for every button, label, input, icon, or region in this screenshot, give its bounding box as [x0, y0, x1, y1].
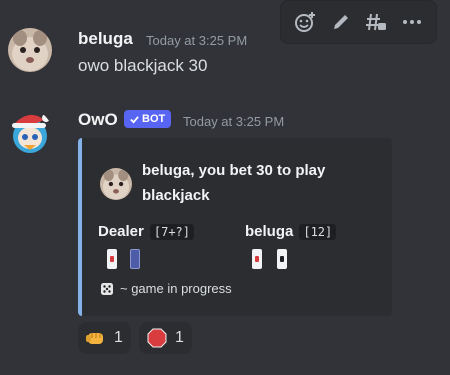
username[interactable]: beluga	[78, 29, 133, 49]
thread-icon[interactable]	[361, 7, 391, 37]
footer-text: ~ game in progress	[120, 281, 232, 296]
card-pip	[255, 256, 259, 262]
embed-author-avatar	[100, 168, 132, 200]
player-name: beluga	[245, 223, 294, 240]
embed-title: beluga, you bet 30 to play blackjack	[142, 162, 326, 204]
bot-avatar[interactable]	[8, 110, 52, 154]
message-toolbar	[280, 0, 437, 44]
player-score: [12]	[299, 224, 337, 240]
dealer-name: Dealer	[98, 223, 144, 240]
card-pip	[280, 256, 284, 262]
dealer-score: [7+?]	[149, 224, 194, 240]
check-icon	[130, 115, 139, 124]
dice-icon	[101, 282, 113, 295]
dealer-field: Dealer [7+?]	[98, 223, 194, 240]
reaction-count: 1	[175, 329, 184, 346]
timestamp: Today at 3:25 PM	[146, 33, 248, 48]
message-content: owo blackjack 30	[78, 56, 208, 75]
timestamp: Today at 3:25 PM	[183, 114, 285, 129]
pencil-icon[interactable]	[326, 7, 356, 37]
card-back	[130, 249, 140, 269]
bot-tag: BOT	[124, 110, 172, 128]
reaction-count: 1	[114, 329, 123, 346]
bot-tag-label: BOT	[142, 113, 166, 125]
stop-sign-emoji	[147, 328, 167, 348]
username[interactable]: OwO	[78, 110, 118, 130]
reaction-stop[interactable]: 1	[139, 322, 192, 354]
add-reaction-icon[interactable]	[290, 7, 320, 37]
player-field: beluga [12]	[245, 223, 337, 240]
reaction-punch[interactable]: 1	[78, 322, 131, 354]
embed-footer: ~ game in progress	[100, 281, 232, 296]
more-icon[interactable]	[397, 7, 427, 37]
card-pip	[110, 256, 114, 262]
avatar[interactable]	[8, 28, 52, 72]
embed: beluga, you bet 30 to play blackjack Dea…	[78, 138, 392, 316]
punch-emoji	[86, 333, 103, 344]
card	[252, 249, 262, 269]
card	[107, 249, 117, 269]
card	[277, 249, 287, 269]
